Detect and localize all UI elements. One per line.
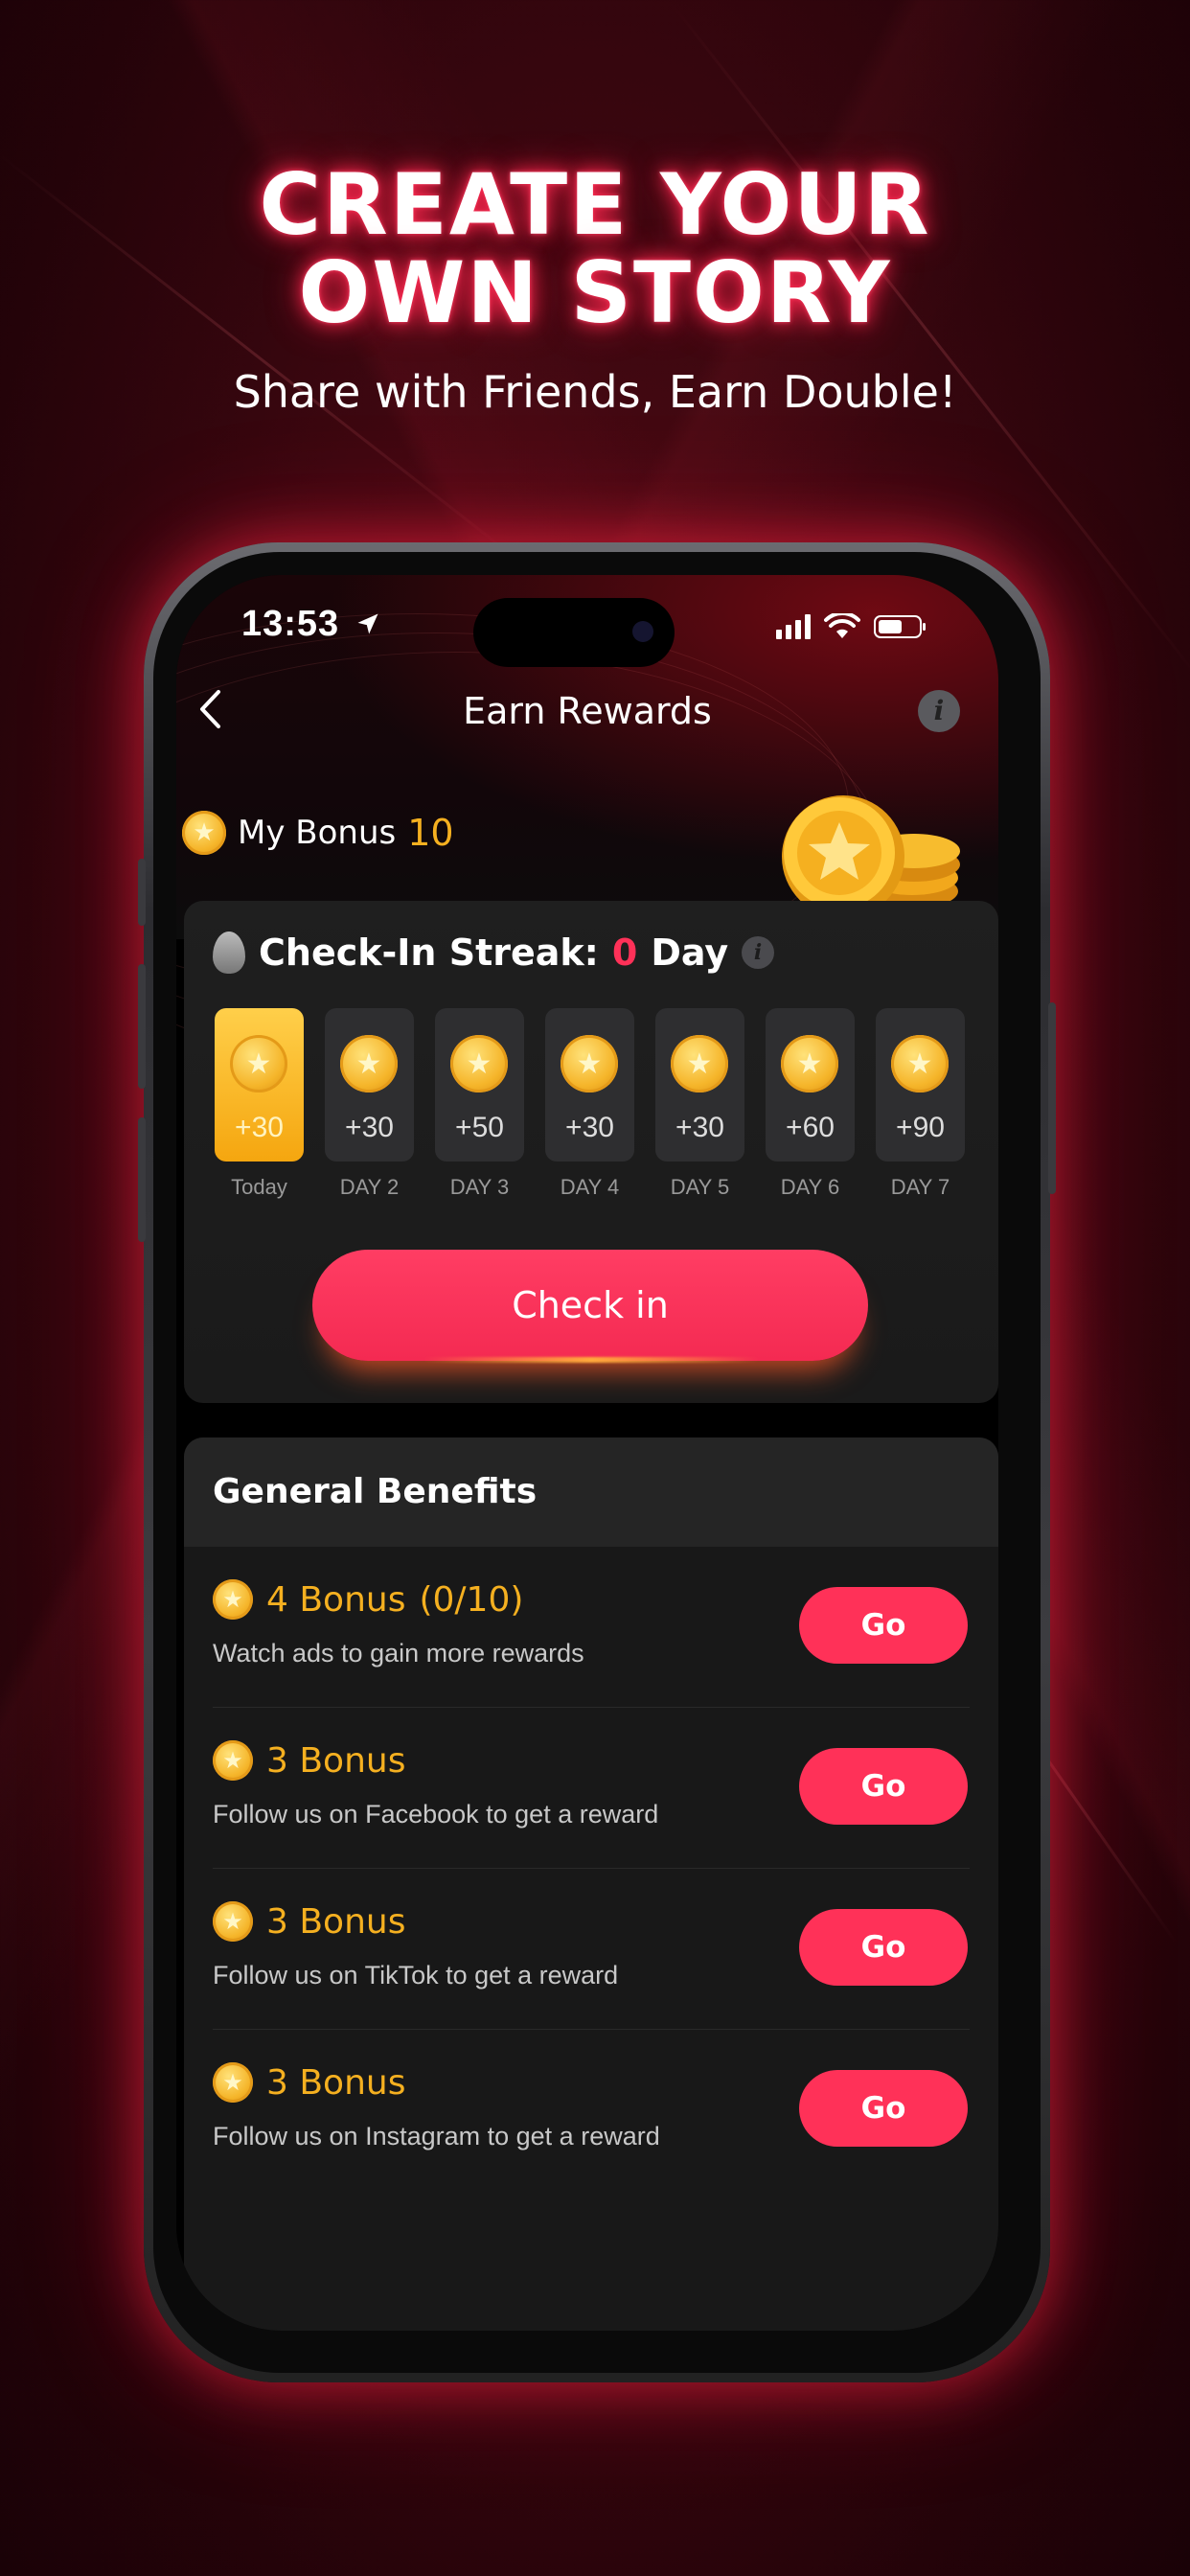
benefit-description: Follow us on Instagram to get a reward (213, 2122, 660, 2150)
benefits-title: General Benefits (184, 1438, 998, 1547)
my-bonus-label: My Bonus (238, 814, 397, 852)
coin-icon: ★ (340, 1035, 398, 1092)
coin-icon: ★ (671, 1035, 728, 1092)
go-button[interactable]: Go (799, 1587, 968, 1664)
day-item-7: ★ +90 DAY 7 (876, 1008, 965, 1200)
benefit-item: ★ 3 Bonus Follow us on TikTok to get a r… (213, 1869, 970, 2030)
info-icon[interactable]: i (742, 936, 775, 969)
go-button[interactable]: Go (799, 2070, 968, 2147)
day-label: DAY 6 (780, 1175, 840, 1199)
flame-icon (213, 932, 245, 974)
checkin-card: Check-In Streak: 0 Day i ★ +30 Today ★ +… (184, 901, 998, 1403)
day-box: ★ +50 (435, 1008, 524, 1162)
phone-side-button (138, 859, 146, 926)
dynamic-island (473, 598, 675, 667)
page-title: Earn Rewards (463, 690, 712, 732)
status-time: 13:53 (241, 604, 381, 645)
benefit-title: ★ 3 Bonus (213, 1901, 405, 1942)
benefit-title: ★ 3 Bonus (213, 2062, 405, 2103)
coin-icon: ★ (891, 1035, 949, 1092)
camera-icon (632, 621, 653, 642)
benefit-description: Follow us on Facebook to get a reward (213, 1800, 659, 1828)
day-label: DAY 4 (560, 1175, 620, 1199)
benefits-card: General Benefits ★ 4 Bonus (0/10) Watch … (184, 1438, 998, 2331)
coin-icon: ★ (213, 1901, 253, 1942)
streak-header: Check-In Streak: 0 Day i (213, 932, 775, 974)
day-label: Today (231, 1175, 287, 1199)
benefit-item: ★ 3 Bonus Follow us on Facebook to get a… (213, 1708, 970, 1869)
streak-count: 0 (611, 932, 638, 974)
streak-unit: Day (651, 932, 729, 974)
day-box: ★ +60 (766, 1008, 855, 1162)
day-item-5: ★ +30 DAY 5 (655, 1008, 744, 1200)
day-item-6: ★ +60 DAY 6 (766, 1008, 855, 1200)
day-amount: +30 (565, 1112, 614, 1143)
coin-icon: ★ (182, 811, 226, 855)
day-box: ★ +30 (655, 1008, 744, 1162)
coin-icon: ★ (561, 1035, 618, 1092)
day-label: DAY 2 (339, 1175, 400, 1199)
benefit-bonus: 4 Bonus (266, 1579, 406, 1620)
hero-title-line2: OWN STORY (298, 243, 892, 342)
info-icon[interactable]: i (918, 690, 960, 732)
day-amount: +30 (235, 1112, 284, 1143)
benefit-progress: (0/10) (419, 1579, 524, 1620)
coin-icon: ★ (450, 1035, 508, 1092)
day-box: ★ +30 (545, 1008, 634, 1162)
day-item-today: ★ +30 Today (215, 1008, 304, 1200)
day-box: ★ +90 (876, 1008, 965, 1162)
checkin-button[interactable]: Check in (312, 1250, 868, 1361)
phone-frame: 13:53 Earn Rewards i ★ My Bonus 10 Check… (138, 542, 1056, 2382)
go-button[interactable]: Go (799, 1909, 968, 1986)
hero-subtitle: Share with Friends, Earn Double! (233, 366, 957, 418)
day-amount: +50 (455, 1112, 504, 1143)
go-button[interactable]: Go (799, 1748, 968, 1825)
benefit-description: Watch ads to gain more rewards (213, 1639, 584, 1668)
benefit-item: ★ 4 Bonus (0/10) Watch ads to gain more … (213, 1547, 970, 1708)
my-bonus: ★ My Bonus 10 (182, 811, 454, 855)
coin-icon: ★ (230, 1035, 287, 1092)
benefit-title: ★ 4 Bonus (0/10) (213, 1579, 523, 1620)
day-label: DAY 3 (449, 1175, 510, 1199)
day-amount: +30 (675, 1112, 724, 1143)
hero-title-line1: CREATE YOUR (259, 155, 931, 254)
location-arrow-icon (357, 613, 378, 634)
day-amount: +30 (345, 1112, 394, 1143)
phone-side-button (138, 964, 146, 1089)
benefit-bonus: 3 Bonus (266, 2062, 406, 2103)
benefit-bonus: 3 Bonus (266, 1901, 406, 1942)
day-amount: +60 (786, 1112, 835, 1143)
benefit-description: Follow us on TikTok to get a reward (213, 1961, 619, 1990)
my-bonus-value: 10 (407, 812, 454, 854)
day-item-3: ★ +50 DAY 3 (435, 1008, 524, 1200)
day-amount: +90 (896, 1112, 945, 1143)
day-label: DAY 7 (890, 1175, 950, 1199)
coin-icon: ★ (781, 1035, 838, 1092)
cellular-signal-icon (776, 614, 811, 639)
phone-side-button (138, 1117, 146, 1242)
coin-icon: ★ (213, 1579, 253, 1620)
status-icons (776, 613, 926, 640)
battery-icon (874, 615, 926, 638)
benefit-bonus: 3 Bonus (266, 1740, 406, 1781)
status-bar: 13:53 (176, 598, 998, 667)
day-label: DAY 5 (670, 1175, 730, 1199)
status-time-text: 13:53 (241, 604, 340, 644)
hero-title: CREATE YOUR OWN STORY (0, 161, 1190, 337)
nav-bar: Earn Rewards i (176, 680, 998, 748)
phone-screen: 13:53 Earn Rewards i ★ My Bonus 10 Check… (176, 575, 998, 2331)
day-item-4: ★ +30 DAY 4 (545, 1008, 634, 1200)
phone-side-button (1048, 1002, 1056, 1194)
day-box: ★ +30 (325, 1008, 414, 1162)
benefit-item: ★ 3 Bonus Follow us on Instagram to get … (213, 2030, 970, 2191)
day-box: ★ +30 (215, 1008, 304, 1162)
coin-icon: ★ (213, 1740, 253, 1781)
day-list: ★ +30 Today ★ +30 DAY 2 ★ +50 DAY 3 ★ +3… (215, 1008, 965, 1200)
wifi-icon (824, 613, 860, 638)
button-glow (423, 1357, 759, 1363)
day-item-2: ★ +30 DAY 2 (325, 1008, 414, 1200)
benefit-title: ★ 3 Bonus (213, 1740, 405, 1781)
streak-label: Check-In Streak: (259, 932, 599, 974)
coin-icon: ★ (213, 2062, 253, 2103)
